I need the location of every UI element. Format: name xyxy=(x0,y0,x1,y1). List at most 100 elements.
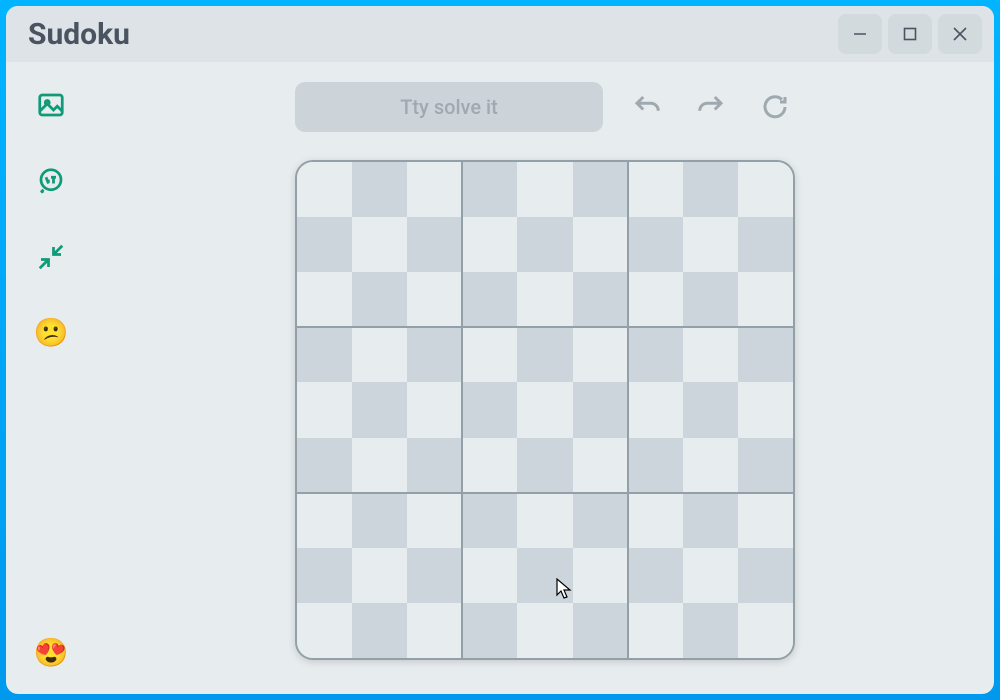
sudoku-cell[interactable] xyxy=(573,327,628,382)
sudoku-cell[interactable] xyxy=(738,548,793,603)
sudoku-cell[interactable] xyxy=(738,382,793,437)
sudoku-cell[interactable] xyxy=(517,382,572,437)
sudoku-cell[interactable] xyxy=(352,217,407,272)
sudoku-cell[interactable] xyxy=(683,548,738,603)
sudoku-cell[interactable] xyxy=(683,217,738,272)
sudoku-cell[interactable] xyxy=(297,548,352,603)
sudoku-cell[interactable] xyxy=(517,217,572,272)
sudoku-cell[interactable] xyxy=(407,217,462,272)
sudoku-cell[interactable] xyxy=(517,438,572,493)
sudoku-cell[interactable] xyxy=(738,327,793,382)
sudoku-cell[interactable] xyxy=(352,548,407,603)
sudoku-board[interactable] xyxy=(295,160,795,660)
main-area: Tty solve it xyxy=(96,62,994,694)
sudoku-cell[interactable] xyxy=(462,272,517,327)
sudoku-cell[interactable] xyxy=(573,162,628,217)
sudoku-cell[interactable] xyxy=(352,382,407,437)
sudoku-cell[interactable] xyxy=(738,217,793,272)
sudoku-cell[interactable] xyxy=(628,438,683,493)
sudoku-cell[interactable] xyxy=(352,162,407,217)
sudoku-cell[interactable] xyxy=(407,438,462,493)
sudoku-cell[interactable] xyxy=(462,162,517,217)
sudoku-cell[interactable] xyxy=(297,327,352,382)
sudoku-cell[interactable] xyxy=(573,493,628,548)
sudoku-cell[interactable] xyxy=(462,327,517,382)
sudoku-cell[interactable] xyxy=(573,382,628,437)
sudoku-cell[interactable] xyxy=(628,493,683,548)
sudoku-cell[interactable] xyxy=(462,217,517,272)
collapse-icon[interactable] xyxy=(32,238,70,276)
sudoku-cell[interactable] xyxy=(573,217,628,272)
app-window: Sudoku 😕 xyxy=(6,6,994,694)
sudoku-cell[interactable] xyxy=(628,603,683,658)
sudoku-cell[interactable] xyxy=(407,548,462,603)
undo-button[interactable] xyxy=(627,87,667,127)
sudoku-cell[interactable] xyxy=(517,493,572,548)
sudoku-cell[interactable] xyxy=(352,493,407,548)
sudoku-cell[interactable] xyxy=(683,327,738,382)
sudoku-cell[interactable] xyxy=(297,217,352,272)
sudoku-cell[interactable] xyxy=(573,603,628,658)
emoji-glyph: 😍 xyxy=(34,639,69,667)
sudoku-cell[interactable] xyxy=(683,162,738,217)
translate-icon[interactable] xyxy=(32,162,70,200)
sudoku-cell[interactable] xyxy=(683,493,738,548)
sudoku-cell[interactable] xyxy=(407,493,462,548)
sudoku-cell[interactable] xyxy=(407,327,462,382)
sudoku-cell[interactable] xyxy=(683,272,738,327)
sudoku-cell[interactable] xyxy=(738,603,793,658)
sudoku-cell[interactable] xyxy=(462,603,517,658)
sudoku-cell[interactable] xyxy=(738,162,793,217)
window-controls xyxy=(838,14,982,54)
sudoku-cell[interactable] xyxy=(517,272,572,327)
sudoku-cell[interactable] xyxy=(738,272,793,327)
sudoku-cell[interactable] xyxy=(628,548,683,603)
solve-button[interactable]: Tty solve it xyxy=(295,82,603,132)
image-icon[interactable] xyxy=(32,86,70,124)
sudoku-cell[interactable] xyxy=(297,493,352,548)
sudoku-cell[interactable] xyxy=(573,272,628,327)
sudoku-cell[interactable] xyxy=(517,603,572,658)
sudoku-cell[interactable] xyxy=(297,438,352,493)
sudoku-cell[interactable] xyxy=(297,272,352,327)
sudoku-cell[interactable] xyxy=(683,438,738,493)
pleased-emoji[interactable]: 😍 xyxy=(32,634,70,672)
sudoku-cell[interactable] xyxy=(462,438,517,493)
close-button[interactable] xyxy=(938,14,982,54)
confused-emoji[interactable]: 😕 xyxy=(32,314,70,352)
sudoku-cell[interactable] xyxy=(352,272,407,327)
sudoku-cell[interactable] xyxy=(407,272,462,327)
maximize-button[interactable] xyxy=(888,14,932,54)
sudoku-cell[interactable] xyxy=(297,162,352,217)
redo-button[interactable] xyxy=(691,87,731,127)
sudoku-cell[interactable] xyxy=(738,438,793,493)
minimize-button[interactable] xyxy=(838,14,882,54)
sudoku-cell[interactable] xyxy=(517,548,572,603)
sudoku-cell[interactable] xyxy=(628,217,683,272)
sudoku-cell[interactable] xyxy=(683,603,738,658)
sudoku-cell[interactable] xyxy=(628,162,683,217)
sudoku-cell[interactable] xyxy=(407,603,462,658)
sudoku-cell[interactable] xyxy=(573,548,628,603)
sudoku-cell[interactable] xyxy=(628,272,683,327)
sudoku-cell[interactable] xyxy=(738,493,793,548)
sudoku-cell[interactable] xyxy=(462,382,517,437)
sudoku-cell[interactable] xyxy=(407,382,462,437)
sudoku-cell[interactable] xyxy=(297,382,352,437)
sudoku-cell[interactable] xyxy=(683,382,738,437)
sudoku-cell[interactable] xyxy=(462,493,517,548)
sudoku-cell[interactable] xyxy=(407,162,462,217)
sudoku-cell[interactable] xyxy=(628,382,683,437)
sudoku-cell[interactable] xyxy=(573,438,628,493)
sudoku-cell[interactable] xyxy=(352,438,407,493)
sudoku-cell[interactable] xyxy=(352,327,407,382)
reset-button[interactable] xyxy=(755,87,795,127)
sudoku-cell[interactable] xyxy=(352,603,407,658)
reset-icon xyxy=(760,92,790,122)
sudoku-cell[interactable] xyxy=(517,162,572,217)
close-icon xyxy=(949,23,971,45)
sudoku-cell[interactable] xyxy=(462,548,517,603)
sudoku-cell[interactable] xyxy=(297,603,352,658)
sudoku-cell[interactable] xyxy=(628,327,683,382)
sudoku-cell[interactable] xyxy=(517,327,572,382)
